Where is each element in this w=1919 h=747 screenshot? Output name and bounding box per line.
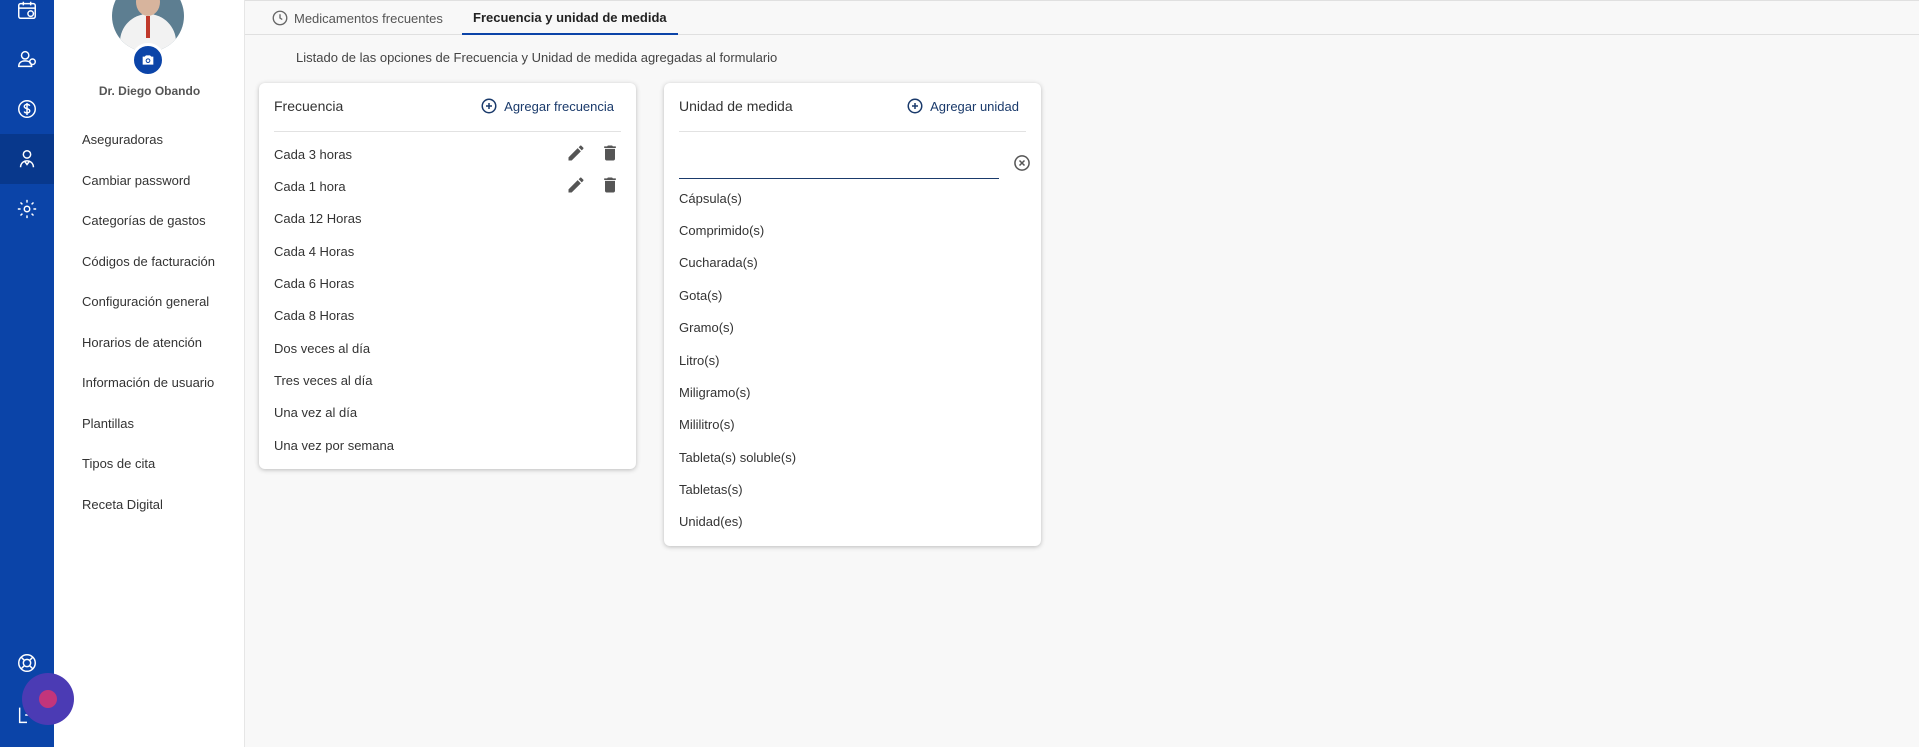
add-unidad-button[interactable]: Agregar unidad	[906, 97, 1019, 115]
add-unidad-label: Agregar unidad	[930, 98, 1019, 114]
frecuencia-card: Frecuencia Agregar frecuencia Cada 3 hor…	[259, 83, 636, 469]
clock-icon	[272, 10, 288, 26]
frecuencia-label: Cada 3 horas	[274, 146, 353, 162]
dollar-icon[interactable]	[11, 93, 43, 125]
unidad-label: Gota(s)	[679, 287, 723, 303]
unidad-card: Unidad de medida Agregar unidad Cápsula(…	[664, 83, 1041, 546]
sidebar-item-receta-digital[interactable]: Receta Digital	[82, 495, 215, 536]
edit-icon[interactable]	[565, 174, 587, 196]
row-actions	[565, 174, 621, 196]
unidad-label: Cucharada(s)	[679, 254, 758, 270]
list-item: Dos veces al día	[274, 332, 621, 364]
sidebar-item-codigos-facturacion[interactable]: Códigos de facturación	[82, 252, 215, 293]
card-title: Frecuencia	[274, 98, 344, 114]
sidebar-item-tipos-cita[interactable]: Tipos de cita	[82, 454, 215, 495]
list-item: Una vez al día	[274, 396, 621, 428]
list-item: Tableta(s) soluble(s)	[679, 441, 1026, 473]
list-item: Cada 4 Horas	[274, 235, 621, 267]
patients-icon[interactable]	[11, 43, 43, 75]
list-item: Cápsula(s)	[679, 182, 1026, 214]
frecuencia-label: Cada 12 Horas	[274, 210, 362, 226]
list-item: Cada 1 hora	[274, 170, 621, 202]
list-item: Una vez por semana	[274, 429, 621, 461]
unidad-label: Tableta(s) soluble(s)	[679, 449, 797, 465]
list-item: Litro(s)	[679, 344, 1026, 376]
sidebar-item-horarios-atencion[interactable]: Horarios de atención	[82, 333, 215, 374]
add-frecuencia-button[interactable]: Agregar frecuencia	[480, 97, 614, 115]
unidad-label: Mililitro(s)	[679, 416, 735, 432]
tab-label: Medicamentos frecuentes	[294, 10, 443, 26]
unidad-label: Comprimido(s)	[679, 222, 765, 238]
add-circle-icon	[481, 98, 497, 114]
delete-icon[interactable]	[599, 174, 621, 196]
list-item: Miligramo(s)	[679, 376, 1026, 408]
list-item: Mililitro(s)	[679, 408, 1026, 440]
unidad-label: Gramo(s)	[679, 319, 734, 335]
tab-bar: Medicamentos frecuentes Frecuencia y uni…	[245, 0, 1919, 35]
page-description: Listado de las opciones de Frecuencia y …	[296, 50, 778, 65]
sidebar-item-aseguradoras[interactable]: Aseguradoras	[82, 130, 215, 171]
frecuencia-label: Cada 8 Horas	[274, 307, 355, 323]
unidad-label: Unidad(es)	[679, 513, 743, 529]
unidad-label: Miligramo(s)	[679, 384, 751, 400]
frecuencia-label: Cada 1 hora	[274, 178, 346, 194]
frecuencia-label: Una vez por semana	[274, 437, 394, 453]
settings-icon[interactable]	[11, 193, 43, 225]
list-item: Unidad(es)	[679, 505, 1026, 537]
camera-icon[interactable]	[131, 43, 165, 77]
frecuencia-label: Cada 6 Horas	[274, 275, 355, 291]
sidebar-item-informacion-usuario[interactable]: Información de usuario	[82, 373, 215, 414]
settings-menu: Aseguradoras Cambiar password Categorías…	[82, 130, 215, 535]
calendar-icon[interactable]	[11, 0, 43, 26]
edit-icon[interactable]	[565, 142, 587, 164]
divider	[274, 131, 621, 132]
list-item: Gota(s)	[679, 279, 1026, 311]
list-item: Tabletas(s)	[679, 473, 1026, 505]
unidad-search-input[interactable]	[679, 151, 999, 179]
sidebar-item-categorias-gastos[interactable]: Categorías de gastos	[82, 211, 215, 252]
list-item: Tres veces al día	[274, 364, 621, 396]
list-item: Cada 12 Horas	[274, 202, 621, 234]
user-name: Dr. Diego Obando	[98, 84, 201, 98]
app-rail	[0, 0, 54, 747]
tab-frecuencia-unidad[interactable]: Frecuencia y unidad de medida	[462, 1, 678, 35]
frecuencia-label: Cada 4 Horas	[274, 243, 355, 259]
sidebar-item-configuracion-general[interactable]: Configuración general	[82, 292, 215, 333]
list-item: Comprimido(s)	[679, 214, 1026, 246]
clear-icon[interactable]	[1010, 151, 1034, 175]
list-item: Cada 3 horas	[274, 138, 621, 170]
frecuencia-label: Tres veces al día	[274, 372, 373, 388]
tab-label: Frecuencia y unidad de medida	[473, 9, 667, 25]
frecuencia-label: Dos veces al día	[274, 340, 371, 356]
tab-medicamentos-frecuentes[interactable]: Medicamentos frecuentes	[271, 1, 443, 35]
unidad-label: Tabletas(s)	[679, 481, 743, 497]
list-item: Gramo(s)	[679, 311, 1026, 343]
chat-bubble-button[interactable]	[22, 673, 74, 725]
card-title: Unidad de medida	[679, 98, 793, 114]
chat-indicator-dot	[39, 690, 57, 708]
add-circle-icon	[907, 98, 923, 114]
main-content: Medicamentos frecuentes Frecuencia y uni…	[245, 0, 1919, 747]
sidebar-item-plantillas[interactable]: Plantillas	[82, 414, 215, 455]
unidad-label: Cápsula(s)	[679, 190, 742, 206]
add-frecuencia-label: Agregar frecuencia	[504, 98, 614, 114]
frecuencia-label: Una vez al día	[274, 404, 358, 420]
delete-icon[interactable]	[599, 142, 621, 164]
doctor-icon[interactable]	[11, 143, 43, 175]
unidad-label: Litro(s)	[679, 352, 720, 368]
divider	[679, 131, 1026, 132]
list-item: Cada 8 Horas	[274, 299, 621, 331]
settings-sidebar: Dr. Diego Obando Aseguradoras Cambiar pa…	[54, 0, 245, 747]
row-actions	[565, 142, 621, 164]
sidebar-item-cambiar-password[interactable]: Cambiar password	[82, 171, 215, 212]
list-item: Cucharada(s)	[679, 246, 1026, 278]
list-item: Cada 6 Horas	[274, 267, 621, 299]
